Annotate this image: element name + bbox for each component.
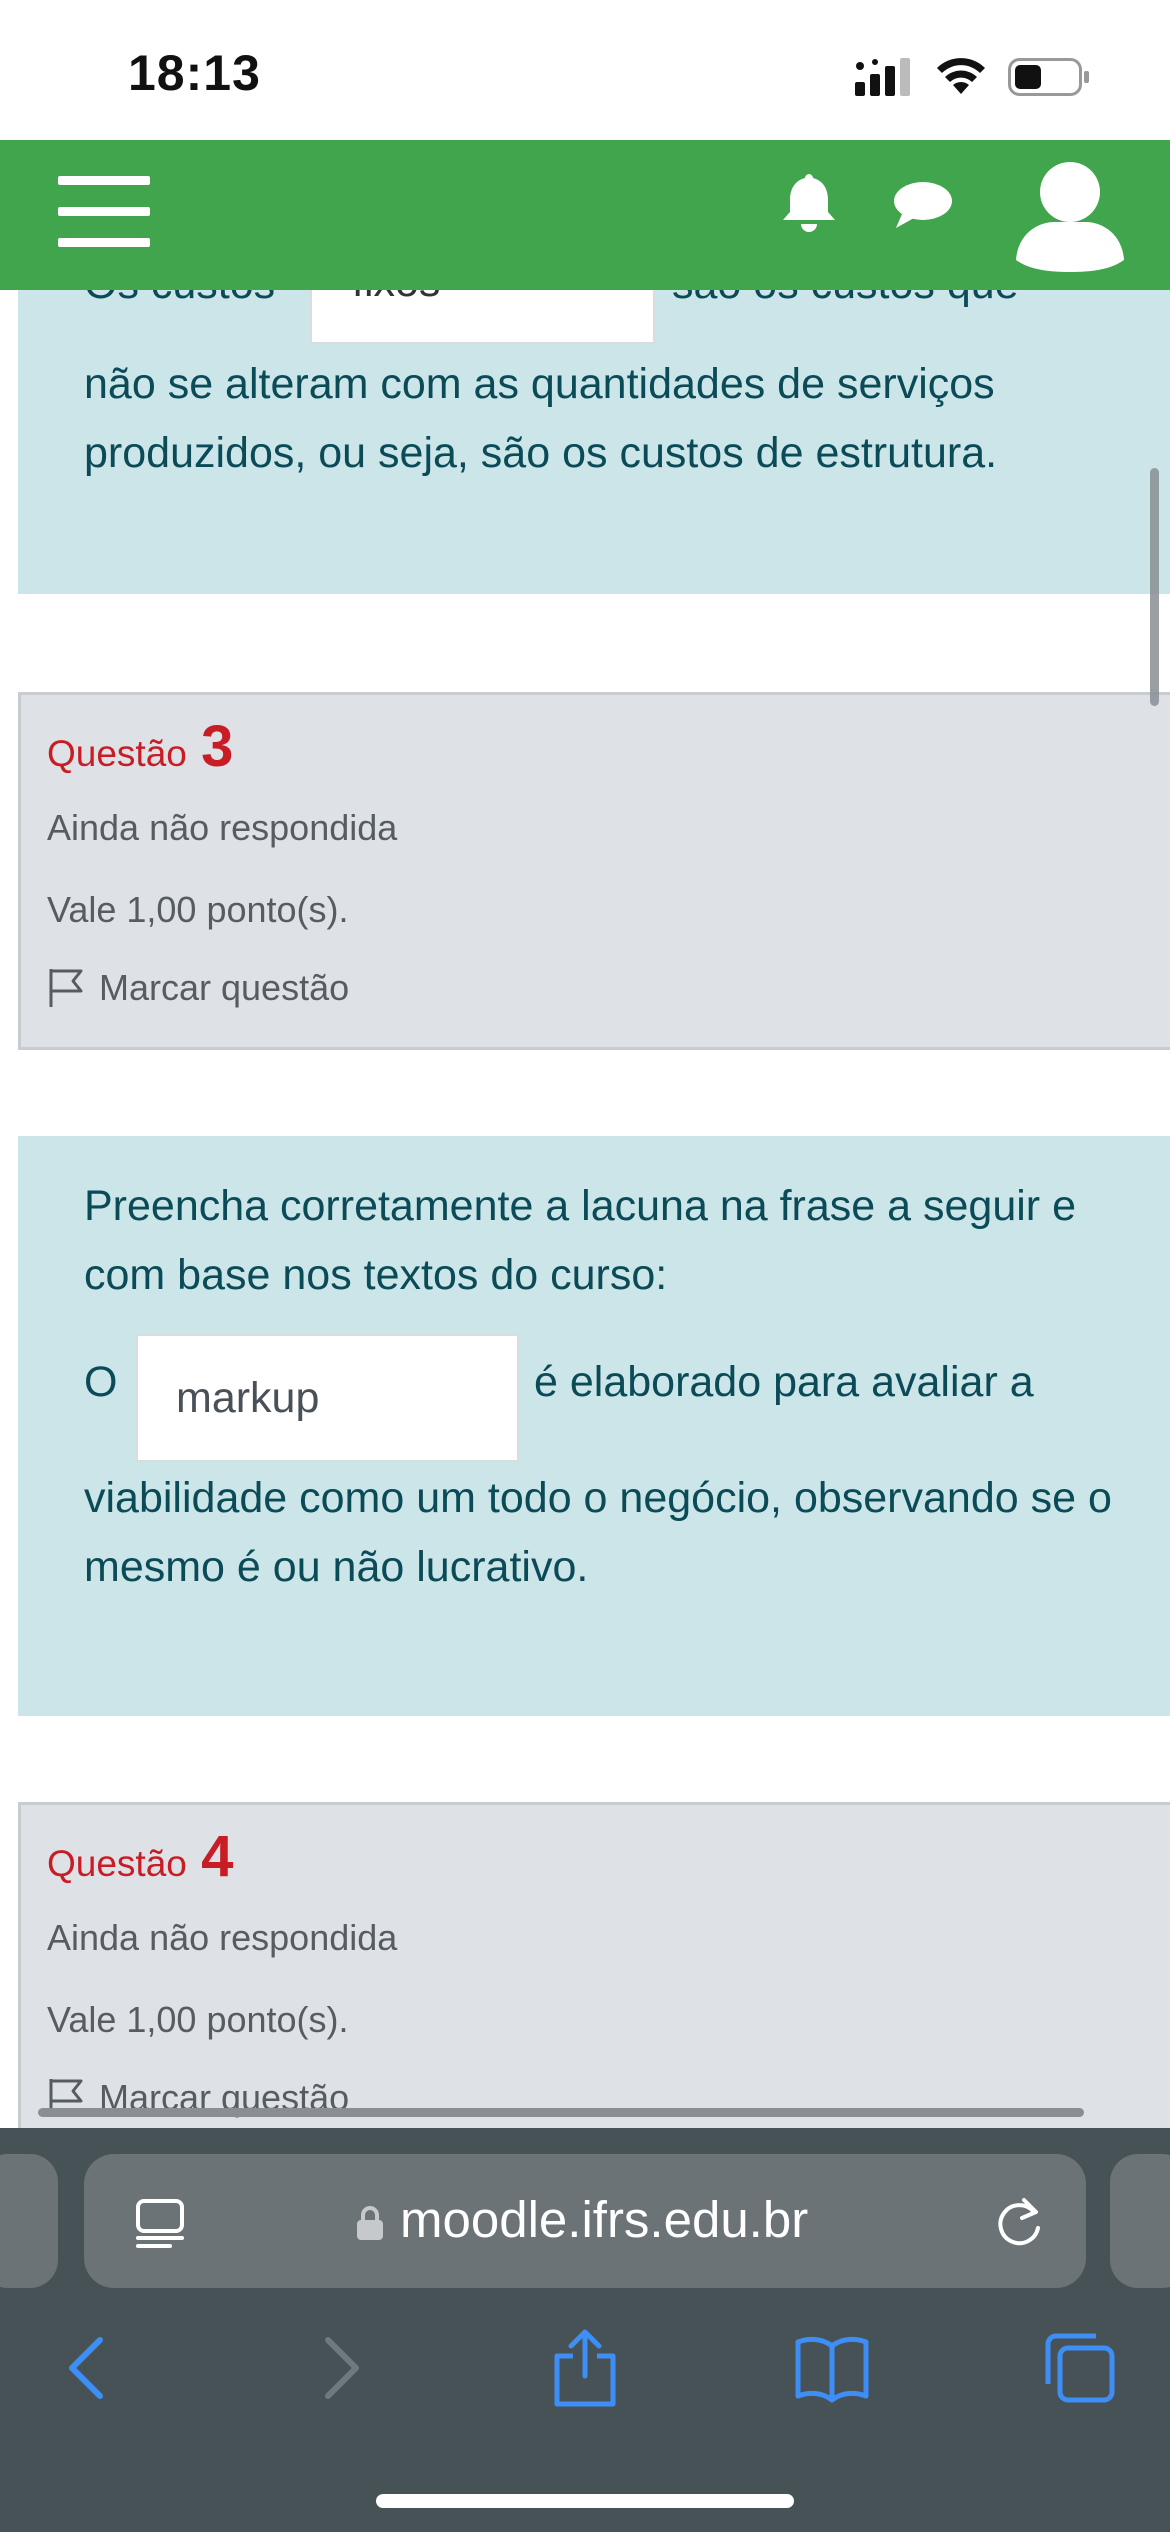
question-3-flag-label: Marcar questão <box>99 967 350 1008</box>
question-3-blank-row: O markup é elaborado para avaliar a <box>84 1334 1144 1464</box>
tabs-icon[interactable] <box>1040 2328 1120 2408</box>
question-3-prefix: O <box>84 1358 118 1406</box>
battery-icon <box>1008 58 1089 96</box>
question-3-number: 3 <box>201 714 234 779</box>
vertical-scrollbar[interactable] <box>1150 468 1159 706</box>
status-bar: 18:13 <box>0 0 1170 140</box>
cellular-signal-icon <box>855 58 910 96</box>
question-2-blank-input[interactable]: fixos <box>310 290 655 344</box>
question-3-label: Questão <box>47 733 187 774</box>
question-3-blank-input[interactable]: markup <box>136 1334 519 1462</box>
forward-icon[interactable] <box>300 2328 380 2408</box>
question-3-text-box: Preencha corretamente a lacuna na frase … <box>18 1136 1170 1716</box>
question-4-number: 4 <box>201 1824 234 1889</box>
flag-icon <box>49 969 83 1007</box>
question-2-partial-right: são os custos que <box>672 290 1019 309</box>
question-2-partial-left: Os custos <box>84 290 275 308</box>
question-3-flag-link[interactable]: Marcar questão <box>47 967 349 1009</box>
home-indicator[interactable] <box>376 2494 794 2508</box>
status-time: 18:13 <box>128 45 261 101</box>
question-2-partial-line: Os custos são os custos que <box>84 290 1019 309</box>
next-tab-preview[interactable] <box>1110 2154 1170 2288</box>
question-4-state: Ainda não respondida <box>47 1917 398 1958</box>
quiz-content: Os custos são os custos que fixos não se… <box>0 290 1170 2128</box>
url-text: moodle.ifrs.edu.br <box>400 2191 809 2248</box>
reload-icon[interactable] <box>994 2196 1046 2250</box>
address-bar[interactable]: moodle.ifrs.edu.br <box>84 2154 1086 2288</box>
wifi-icon <box>937 58 985 94</box>
previous-tab-preview[interactable] <box>0 2154 58 2288</box>
question-3-state: Ainda não respondida <box>47 807 398 848</box>
hamburger-icon[interactable] <box>58 176 150 248</box>
question-3-continuation: viabilidade como um todo o negócio, obse… <box>84 1474 1112 1591</box>
question-4-label: Questão <box>47 1843 187 1884</box>
question-4-grade: Vale 1,00 ponto(s). <box>47 1999 349 2040</box>
question-2-paragraph: não se alteram com as quantidades de ser… <box>84 360 998 477</box>
question-3-info: Questão 3 Ainda não respondida Vale 1,00… <box>18 692 1170 1050</box>
chat-icon[interactable] <box>892 180 954 230</box>
question-3-intro: Preencha corretamente a lacuna na frase … <box>84 1182 1076 1299</box>
question-4-title: Questão 4 <box>47 1823 233 1890</box>
share-icon[interactable] <box>545 2328 625 2408</box>
question-4-info: Questão 4 Ainda não respondida Vale 1,00… <box>18 1802 1170 2128</box>
browser-bottom-bar: moodle.ifrs.edu.br <box>0 2128 1170 2532</box>
question-3-grade: Vale 1,00 ponto(s). <box>47 889 349 930</box>
bookmarks-icon[interactable] <box>792 2328 872 2408</box>
lock-icon <box>357 2206 383 2240</box>
app-header <box>0 140 1170 290</box>
user-avatar-icon[interactable] <box>1010 152 1130 272</box>
question-3-suffix: é elaborado para avaliar a <box>534 1358 1034 1406</box>
question-3-title: Questão 3 <box>47 713 233 780</box>
reader-mode-icon[interactable] <box>134 2198 186 2248</box>
back-icon[interactable] <box>48 2328 128 2408</box>
question-2-text-box: Os custos são os custos que fixos não se… <box>18 290 1170 594</box>
bell-icon[interactable] <box>780 170 838 234</box>
horizontal-scrollbar[interactable] <box>38 2108 1084 2117</box>
